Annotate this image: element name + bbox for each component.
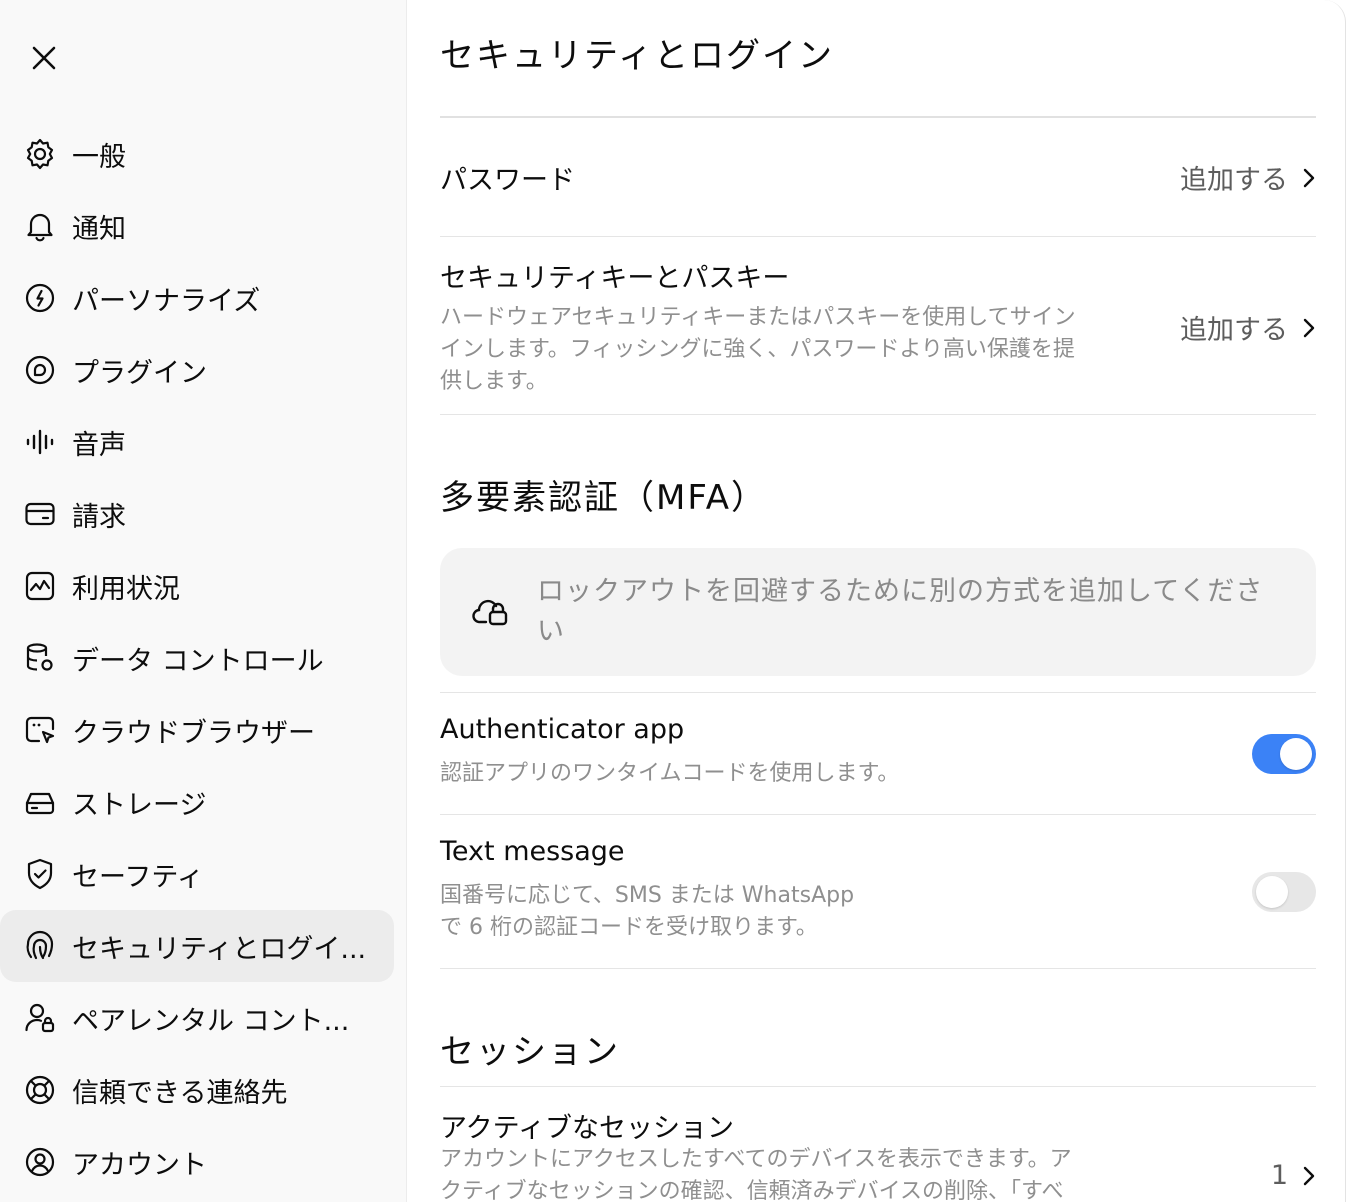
authenticator-description: 認証アプリのワンタイムコードを使用します。	[440, 761, 900, 786]
sidebar-item-billing[interactable]: 請求	[0, 478, 394, 550]
passkey-title: セキュリティキーとパスキー	[440, 263, 790, 294]
fingerprint-icon	[22, 928, 58, 964]
close-button[interactable]	[24, 38, 64, 78]
mfa-warning-text: ロックアウトを回避するために別の方式を追加してくださ い	[537, 576, 1264, 647]
sidebar-item-plugins[interactable]: プラグイン	[0, 334, 394, 406]
toggle-knob	[1280, 738, 1312, 770]
chevron-right-icon	[1303, 318, 1315, 337]
sidebar-item-label: 信頼できる連絡先	[72, 1077, 288, 1109]
mfa-warning-callout: ロックアウトを回避するために別の方式を追加してくださ い	[440, 548, 1316, 676]
sidebar-item-cloud-browser[interactable]: クラウドブラウザー	[0, 694, 394, 766]
close-icon	[32, 46, 56, 70]
storage-icon	[22, 784, 58, 820]
sidebar-item-label: 一般	[72, 141, 126, 173]
settings-main: セキュリティとログイン パスワード 追加する セキュリティキーとパスキー ハード…	[407, 0, 1345, 1202]
row-divider	[440, 692, 1316, 693]
cloud-browser-icon	[22, 712, 58, 748]
row-divider	[440, 814, 1316, 815]
sidebar-item-label: プラグイン	[72, 357, 207, 389]
sidebar-item-label: 通知	[72, 213, 126, 245]
settings-sidebar: 一般 通知 パーソナライズ プラグイン 音声 請求 利用状況 データ コントロー…	[0, 0, 407, 1202]
lock-cloud-icon	[472, 592, 510, 634]
sidebar-item-label: ペアレンタル コント...	[72, 1005, 350, 1037]
chevron-right-icon	[1303, 168, 1315, 187]
wallet-icon	[22, 496, 58, 532]
password-title: パスワード	[440, 165, 575, 196]
row-divider	[440, 968, 1316, 969]
authenticator-title: Authenticator app	[440, 714, 685, 745]
personalize-icon	[22, 280, 58, 316]
lifebuoy-icon	[22, 1072, 58, 1108]
password-add-label: 追加する	[1180, 165, 1288, 196]
toggle-knob	[1256, 876, 1288, 908]
sidebar-item-voice[interactable]: 音声	[0, 406, 394, 478]
parental-lock-icon	[22, 1000, 58, 1036]
plugin-icon	[22, 352, 58, 388]
sidebar-item-label: パーソナライズ	[72, 285, 261, 317]
chevron-right-icon	[1303, 1166, 1315, 1185]
sidebar-item-notifications[interactable]: 通知	[0, 190, 394, 262]
bell-icon	[22, 208, 58, 244]
sidebar-item-safety[interactable]: セーフティ	[0, 838, 394, 910]
text-message-title: Text message	[440, 836, 625, 867]
database-gear-icon	[22, 640, 58, 676]
text-message-toggle[interactable]	[1252, 872, 1316, 912]
sidebar-item-general[interactable]: 一般	[0, 118, 394, 190]
sidebar-item-security[interactable]: セキュリティとログイ...	[0, 910, 394, 982]
account-icon	[22, 1144, 58, 1180]
waveform-icon	[22, 424, 58, 460]
row-divider	[440, 1086, 1316, 1087]
sidebar-item-label: セーフティ	[72, 861, 204, 893]
passkey-add-button[interactable]: 追加する	[1180, 308, 1316, 347]
passkey-add-label: 追加する	[1180, 315, 1288, 346]
sidebar-item-personalize[interactable]: パーソナライズ	[0, 262, 394, 334]
sidebar-item-label: ストレージ	[72, 789, 207, 821]
settings-window: 一般 通知 パーソナライズ プラグイン 音声 請求 利用状況 データ コントロー…	[0, 0, 1346, 1202]
row-divider	[440, 414, 1316, 415]
sidebar-item-account[interactable]: アカウント	[0, 1126, 394, 1198]
text-message-description: 国番号に応じて、SMS または WhatsApp で 6 桁の認証コードを受け取…	[440, 883, 855, 940]
sidebar-item-label: データ コントロール	[72, 645, 324, 677]
usage-chart-icon	[22, 568, 58, 604]
sidebar-item-data-controls[interactable]: データ コントロール	[0, 622, 394, 694]
row-divider	[440, 236, 1316, 237]
passkey-description: ハードウェアセキュリティキーまたはパスキーを使用してサイン インします。フィッシ…	[440, 305, 1076, 394]
active-sessions-title: アクティブなセッション	[440, 1113, 735, 1144]
active-sessions-description: アカウントにアクセスしたすべてのデバイスを表示できます。ア クティブなセッション…	[440, 1147, 1072, 1202]
sidebar-nav: 一般 通知 パーソナライズ プラグイン 音声 請求 利用状況 データ コントロー…	[0, 118, 407, 1198]
sidebar-item-label: 音声	[72, 429, 126, 461]
sidebar-item-storage[interactable]: ストレージ	[0, 766, 394, 838]
sidebar-item-label: 請求	[72, 501, 126, 533]
sidebar-item-label: セキュリティとログイ...	[72, 933, 367, 965]
active-sessions-button[interactable]: 1	[1271, 1160, 1316, 1191]
authenticator-toggle[interactable]	[1252, 734, 1316, 774]
shield-check-icon	[22, 856, 58, 892]
mfa-section-title: 多要素認証（MFA）	[440, 478, 768, 518]
sessions-section-title: セッション	[440, 1032, 620, 1072]
sidebar-item-trusted-contacts[interactable]: 信頼できる連絡先	[0, 1054, 394, 1126]
sidebar-item-label: アカウント	[72, 1149, 207, 1181]
sidebar-item-label: 利用状況	[72, 573, 180, 605]
gear-icon	[22, 136, 58, 172]
title-divider	[440, 116, 1316, 118]
page-title: セキュリティとログイン	[440, 36, 834, 76]
sidebar-item-label: クラウドブラウザー	[72, 717, 315, 749]
sidebar-item-usage[interactable]: 利用状況	[0, 550, 394, 622]
password-add-button[interactable]: 追加する	[1180, 158, 1316, 197]
active-sessions-count: 1	[1270, 1160, 1288, 1191]
sidebar-item-parental-controls[interactable]: ペアレンタル コント...	[0, 982, 394, 1054]
